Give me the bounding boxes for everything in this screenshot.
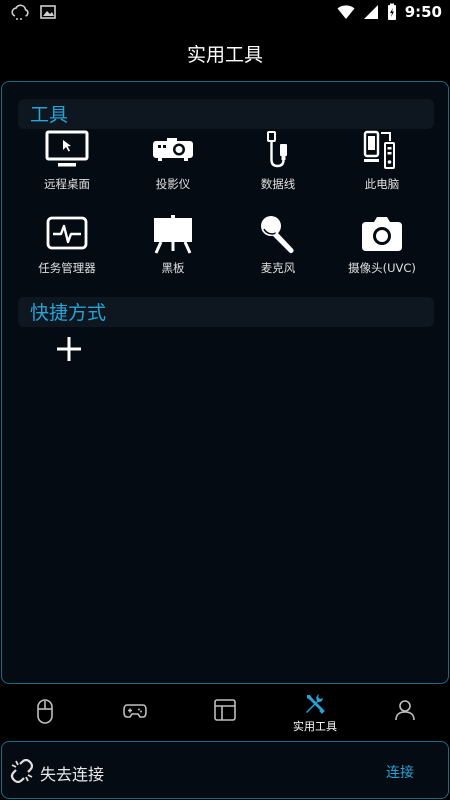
shortcuts-section-title: 快捷方式 — [30, 302, 107, 324]
tool-camera-uvc[interactable]: 摄像头(UVC) — [330, 214, 434, 284]
battery-charging-icon — [387, 3, 396, 20]
page-title: 实用工具 — [186, 44, 263, 66]
tools-section-header: 工具 — [18, 99, 434, 129]
blackboard-icon — [154, 215, 192, 254]
tool-remote-desktop[interactable]: 远程桌面 — [15, 130, 119, 200]
user-icon — [395, 700, 415, 721]
tool-label: 此电脑 — [364, 177, 400, 191]
nav-mouse[interactable] — [0, 688, 90, 738]
computer-icon — [363, 130, 395, 169]
tool-this-pc[interactable]: 此电脑 — [330, 130, 434, 200]
tool-label: 数据线 — [260, 177, 296, 191]
tool-task-manager[interactable]: 任务管理器 — [15, 214, 119, 284]
camera-icon — [362, 217, 402, 251]
nav-tools-active[interactable]: 实用工具 — [270, 688, 360, 738]
layout-icon — [214, 699, 236, 721]
shortcuts-section-header: 快捷方式 — [18, 297, 434, 327]
projector-icon — [153, 138, 193, 161]
usb-cable-icon — [267, 131, 287, 168]
connection-status: 失去连接 — [40, 765, 105, 784]
connection-bar: 失去连接 连接 — [1, 741, 449, 799]
bottom-nav: 实用工具 — [0, 688, 450, 738]
mouse-icon — [37, 699, 53, 724]
nav-layout[interactable] — [180, 688, 270, 738]
connect-button[interactable]: 连接 — [386, 762, 414, 782]
tools-section-title: 工具 — [30, 104, 69, 126]
tool-data-cable[interactable]: 数据线 — [226, 130, 330, 200]
gamepad-icon — [123, 704, 147, 718]
tools-icon — [306, 694, 325, 714]
cloud-sync-icon — [11, 4, 29, 20]
task-manager-icon — [46, 216, 88, 250]
status-bar: 9:50 — [0, 0, 450, 26]
tool-label: 摄像头(UVC) — [348, 261, 416, 275]
tool-projector[interactable]: 投影仪 — [121, 130, 225, 200]
nav-profile[interactable] — [360, 688, 450, 738]
plus-icon — [57, 337, 81, 361]
tool-microphone[interactable]: 麦克风 — [226, 214, 330, 284]
tools-panel: 工具 远程桌面 投影仪 数据线 此电脑 任务管理器 黑板 麦克风 摄像头(UVC… — [1, 81, 449, 684]
add-shortcut-button[interactable] — [54, 334, 84, 364]
wifi-icon — [337, 5, 355, 19]
clock: 9:50 — [404, 3, 442, 21]
tool-label: 投影仪 — [155, 177, 191, 191]
broken-link-icon — [10, 759, 34, 783]
tool-label: 黑板 — [161, 261, 185, 275]
tool-label: 任务管理器 — [38, 261, 96, 275]
image-icon — [40, 5, 56, 19]
tool-label: 麦克风 — [260, 261, 296, 275]
signal-icon — [363, 5, 378, 19]
microphone-icon — [261, 216, 294, 254]
tool-blackboard[interactable]: 黑板 — [121, 214, 225, 284]
tool-label: 远程桌面 — [44, 177, 90, 191]
nav-tools-label: 实用工具 — [293, 720, 337, 733]
monitor-icon — [45, 130, 89, 167]
nav-gamepad[interactable] — [90, 688, 180, 738]
